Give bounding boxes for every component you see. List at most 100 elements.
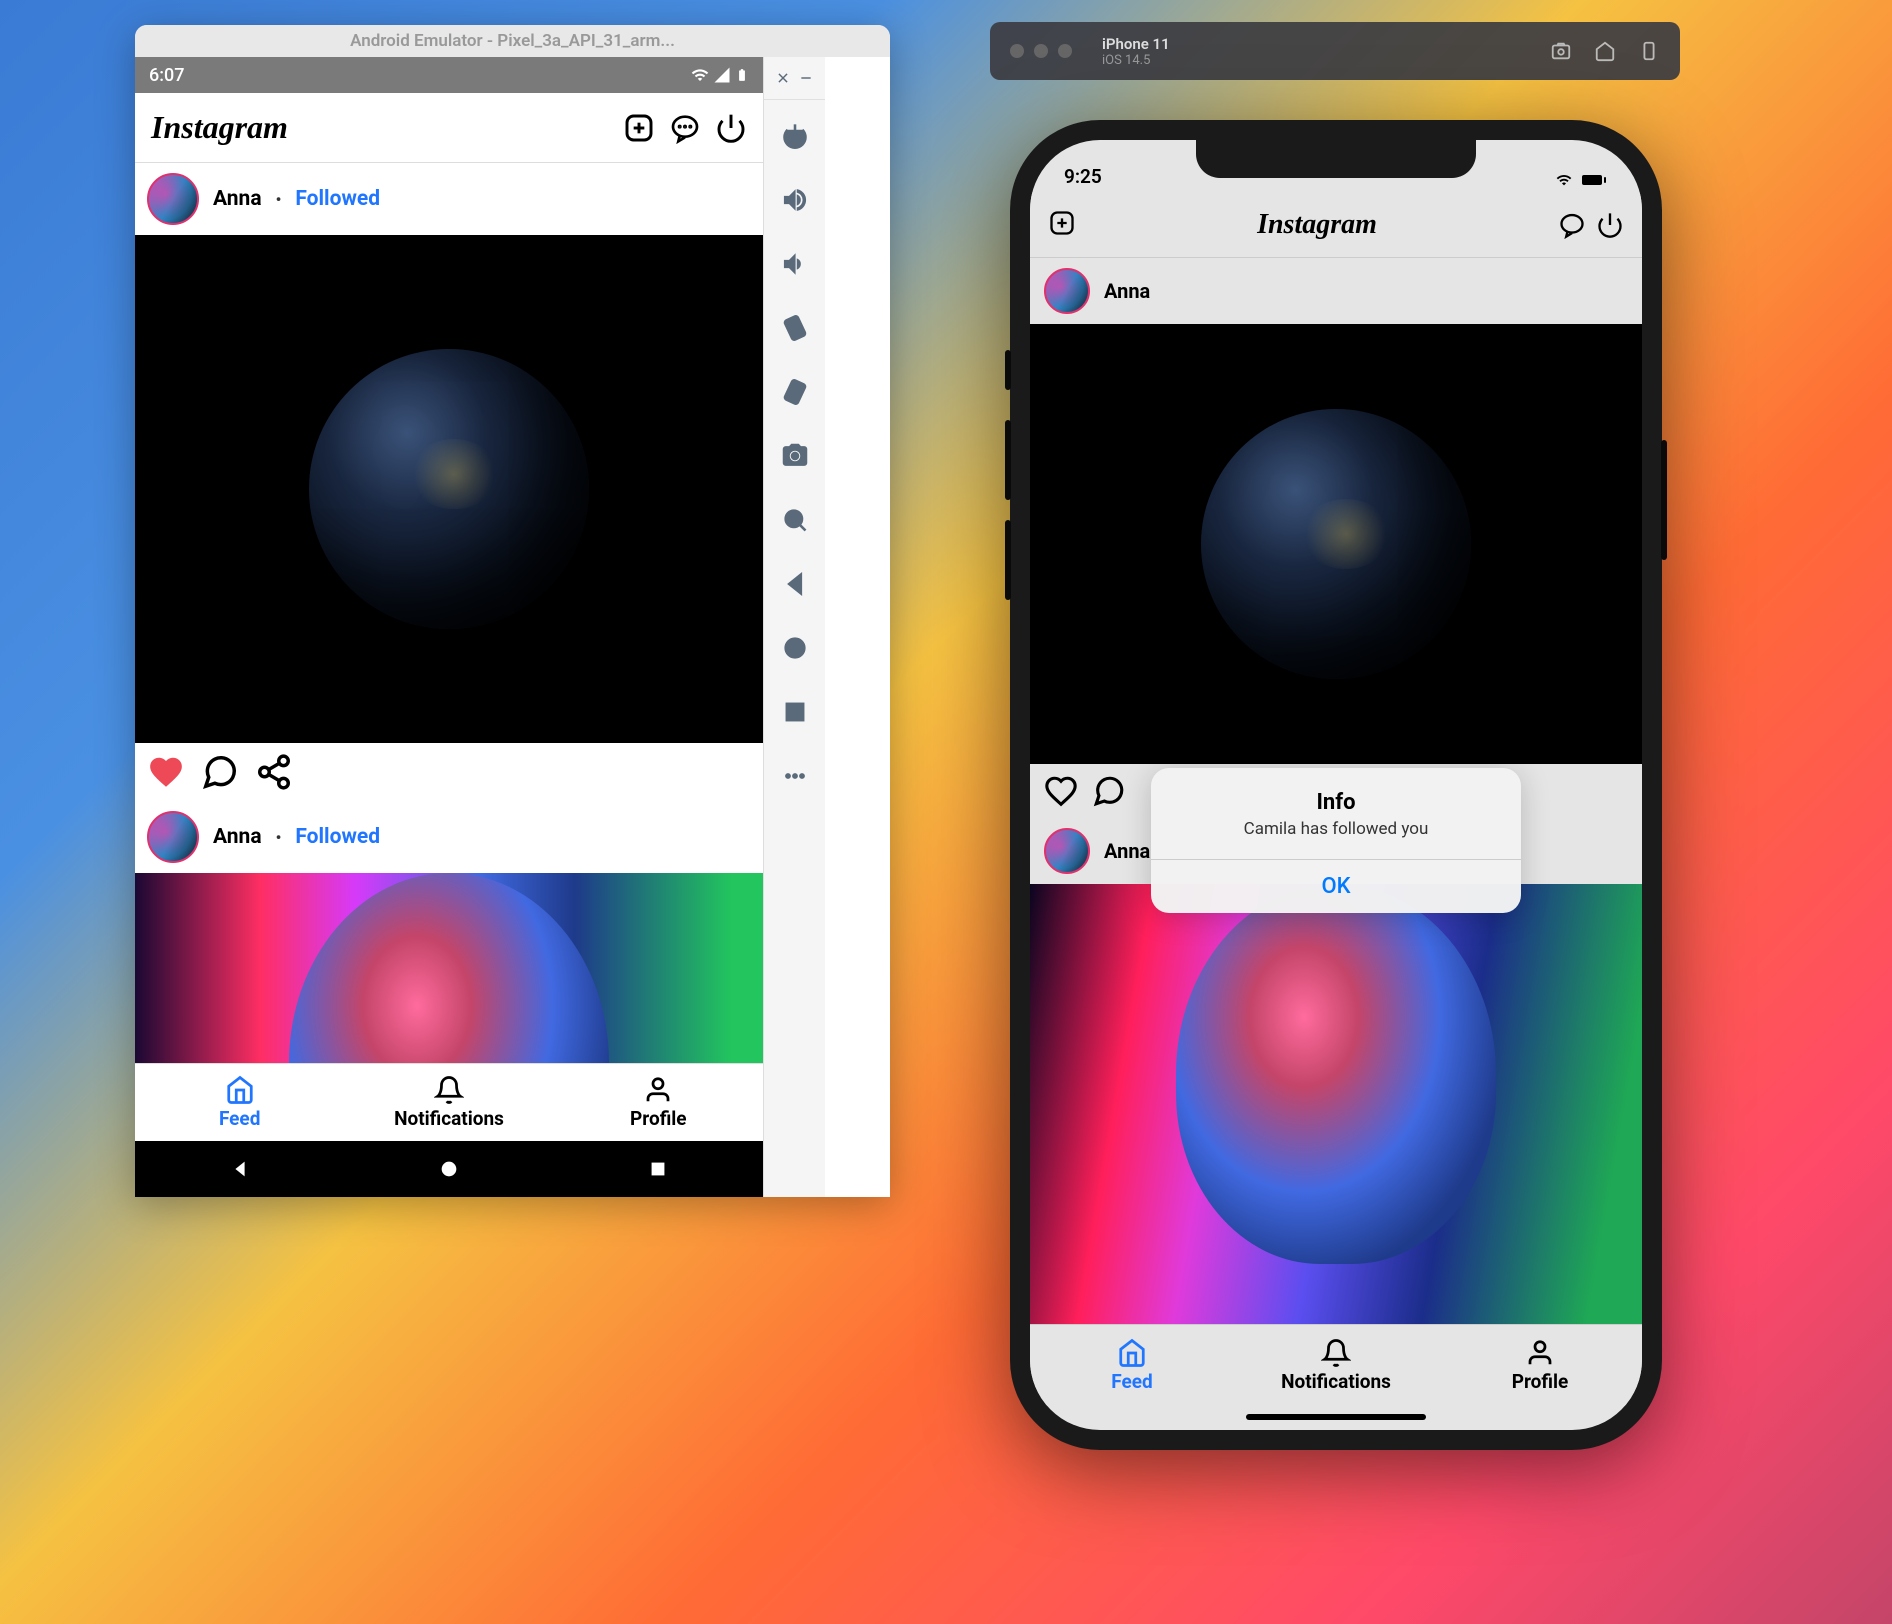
user-avatar[interactable] xyxy=(1044,828,1090,874)
app-header: Instagram xyxy=(135,93,763,163)
close-window-icon[interactable] xyxy=(1010,44,1024,58)
user-avatar[interactable] xyxy=(147,173,199,225)
tab-feed[interactable]: Feed xyxy=(1030,1325,1234,1406)
user-avatar[interactable] xyxy=(1044,268,1090,314)
device-icon[interactable] xyxy=(1638,40,1660,62)
follow-status-link[interactable]: Followed xyxy=(295,825,380,849)
status-time: 6:07 xyxy=(149,65,184,86)
android-window-title: Android Emulator - Pixel_3a_API_31_arm..… xyxy=(350,31,675,51)
separator-dot: • xyxy=(276,828,282,847)
screenshot-icon[interactable] xyxy=(1550,40,1572,62)
post-username[interactable]: Anna xyxy=(213,187,262,211)
add-post-icon[interactable] xyxy=(623,112,655,144)
instagram-logo[interactable]: Instagram xyxy=(1257,209,1377,241)
post-username[interactable]: Anna xyxy=(1104,839,1150,863)
tab-notifications[interactable]: Notifications xyxy=(344,1064,553,1141)
android-navigation-bar xyxy=(135,1141,763,1197)
os-version: iOS 14.5 xyxy=(1102,53,1538,68)
home-icon xyxy=(225,1075,255,1105)
home-indicator[interactable] xyxy=(1246,1414,1426,1420)
post-image[interactable] xyxy=(1030,324,1642,764)
post-username[interactable]: Anna xyxy=(213,825,262,849)
back-nav-icon[interactable] xyxy=(229,1158,251,1180)
post-header: Anna • Followed xyxy=(135,801,763,873)
iphone-screen: 9:25 Instagram Anna xyxy=(1030,140,1642,1430)
ios-simulator-toolbar[interactable]: iPhone 11 iOS 14.5 xyxy=(990,22,1680,80)
signal-icon xyxy=(713,66,731,84)
battery-icon xyxy=(735,66,749,84)
post-image[interactable] xyxy=(135,235,763,743)
wifi-icon xyxy=(1554,172,1574,188)
home-icon xyxy=(1117,1338,1147,1368)
camera-icon[interactable] xyxy=(781,442,809,470)
android-status-bar: 6:07 xyxy=(135,57,763,93)
status-icons xyxy=(691,66,749,84)
alert-title: Info xyxy=(1151,768,1521,819)
post-header: Anna • Followed xyxy=(135,163,763,235)
bottom-tab-bar: Feed Notifications Profile xyxy=(1030,1324,1642,1406)
earth-illustration xyxy=(1201,409,1471,679)
home-icon[interactable] xyxy=(781,634,809,662)
power-button[interactable] xyxy=(1661,440,1667,560)
minimize-window-icon[interactable] xyxy=(1034,44,1048,58)
window-traffic-lights[interactable] xyxy=(1010,44,1072,58)
power-icon[interactable] xyxy=(1596,211,1624,239)
separator-dot: • xyxy=(276,190,282,209)
like-icon[interactable] xyxy=(1044,774,1078,808)
wifi-icon xyxy=(691,66,709,84)
add-post-icon[interactable] xyxy=(1048,209,1076,237)
like-icon[interactable] xyxy=(147,753,185,791)
post-image[interactable] xyxy=(1030,884,1642,1324)
tab-label: Feed xyxy=(219,1107,260,1130)
portrait-illustration xyxy=(1176,884,1496,1264)
earth-illustration xyxy=(309,349,589,629)
follow-status-link[interactable]: Followed xyxy=(295,187,380,211)
volume-up-icon[interactable] xyxy=(781,186,809,214)
portrait-illustration xyxy=(289,873,609,1063)
volume-down-icon[interactable] xyxy=(781,250,809,278)
tab-label: Profile xyxy=(630,1107,687,1130)
minimize-icon[interactable] xyxy=(799,71,813,85)
maximize-window-icon[interactable] xyxy=(1058,44,1072,58)
tab-label: Notifications xyxy=(1281,1370,1391,1393)
comment-icon[interactable] xyxy=(201,753,239,791)
android-emulator-window: Android Emulator - Pixel_3a_API_31_arm..… xyxy=(135,25,890,1197)
more-icon[interactable] xyxy=(781,762,809,790)
instagram-logo[interactable]: Instagram xyxy=(151,109,288,146)
tab-notifications[interactable]: Notifications xyxy=(1234,1325,1438,1406)
messages-icon[interactable] xyxy=(1558,211,1586,239)
post-actions xyxy=(135,743,763,801)
power-icon[interactable] xyxy=(715,112,747,144)
tab-profile[interactable]: Profile xyxy=(554,1064,763,1141)
battery-icon xyxy=(1580,173,1608,187)
close-icon[interactable] xyxy=(776,71,790,85)
home-icon[interactable] xyxy=(1594,40,1616,62)
home-nav-icon[interactable] xyxy=(438,1158,460,1180)
android-window-titlebar[interactable]: Android Emulator - Pixel_3a_API_31_arm..… xyxy=(135,25,890,57)
alert-ok-button[interactable]: OK xyxy=(1151,859,1521,913)
tab-label: Notifications xyxy=(394,1107,504,1130)
tab-label: Feed xyxy=(1111,1370,1152,1393)
mute-switch[interactable] xyxy=(1005,350,1011,390)
tab-label: Profile xyxy=(1512,1370,1569,1393)
recents-nav-icon[interactable] xyxy=(647,1158,669,1180)
rotate-right-icon[interactable] xyxy=(781,378,809,406)
comment-icon[interactable] xyxy=(1092,774,1126,808)
messages-icon[interactable] xyxy=(669,112,701,144)
overview-icon[interactable] xyxy=(781,698,809,726)
volume-up-button[interactable] xyxy=(1005,420,1011,500)
bell-icon xyxy=(434,1075,464,1105)
tab-feed[interactable]: Feed xyxy=(135,1064,344,1141)
zoom-icon[interactable] xyxy=(781,506,809,534)
post-username[interactable]: Anna xyxy=(1104,279,1150,303)
bottom-tab-bar: Feed Notifications Profile xyxy=(135,1063,763,1141)
back-icon[interactable] xyxy=(781,570,809,598)
share-icon[interactable] xyxy=(255,753,293,791)
user-avatar[interactable] xyxy=(147,811,199,863)
post-image[interactable] xyxy=(135,873,763,1063)
power-icon[interactable] xyxy=(781,122,809,150)
volume-down-button[interactable] xyxy=(1005,520,1011,600)
simulator-device-info: iPhone 11 iOS 14.5 xyxy=(1102,35,1538,68)
rotate-left-icon[interactable] xyxy=(781,314,809,342)
tab-profile[interactable]: Profile xyxy=(1438,1325,1642,1406)
